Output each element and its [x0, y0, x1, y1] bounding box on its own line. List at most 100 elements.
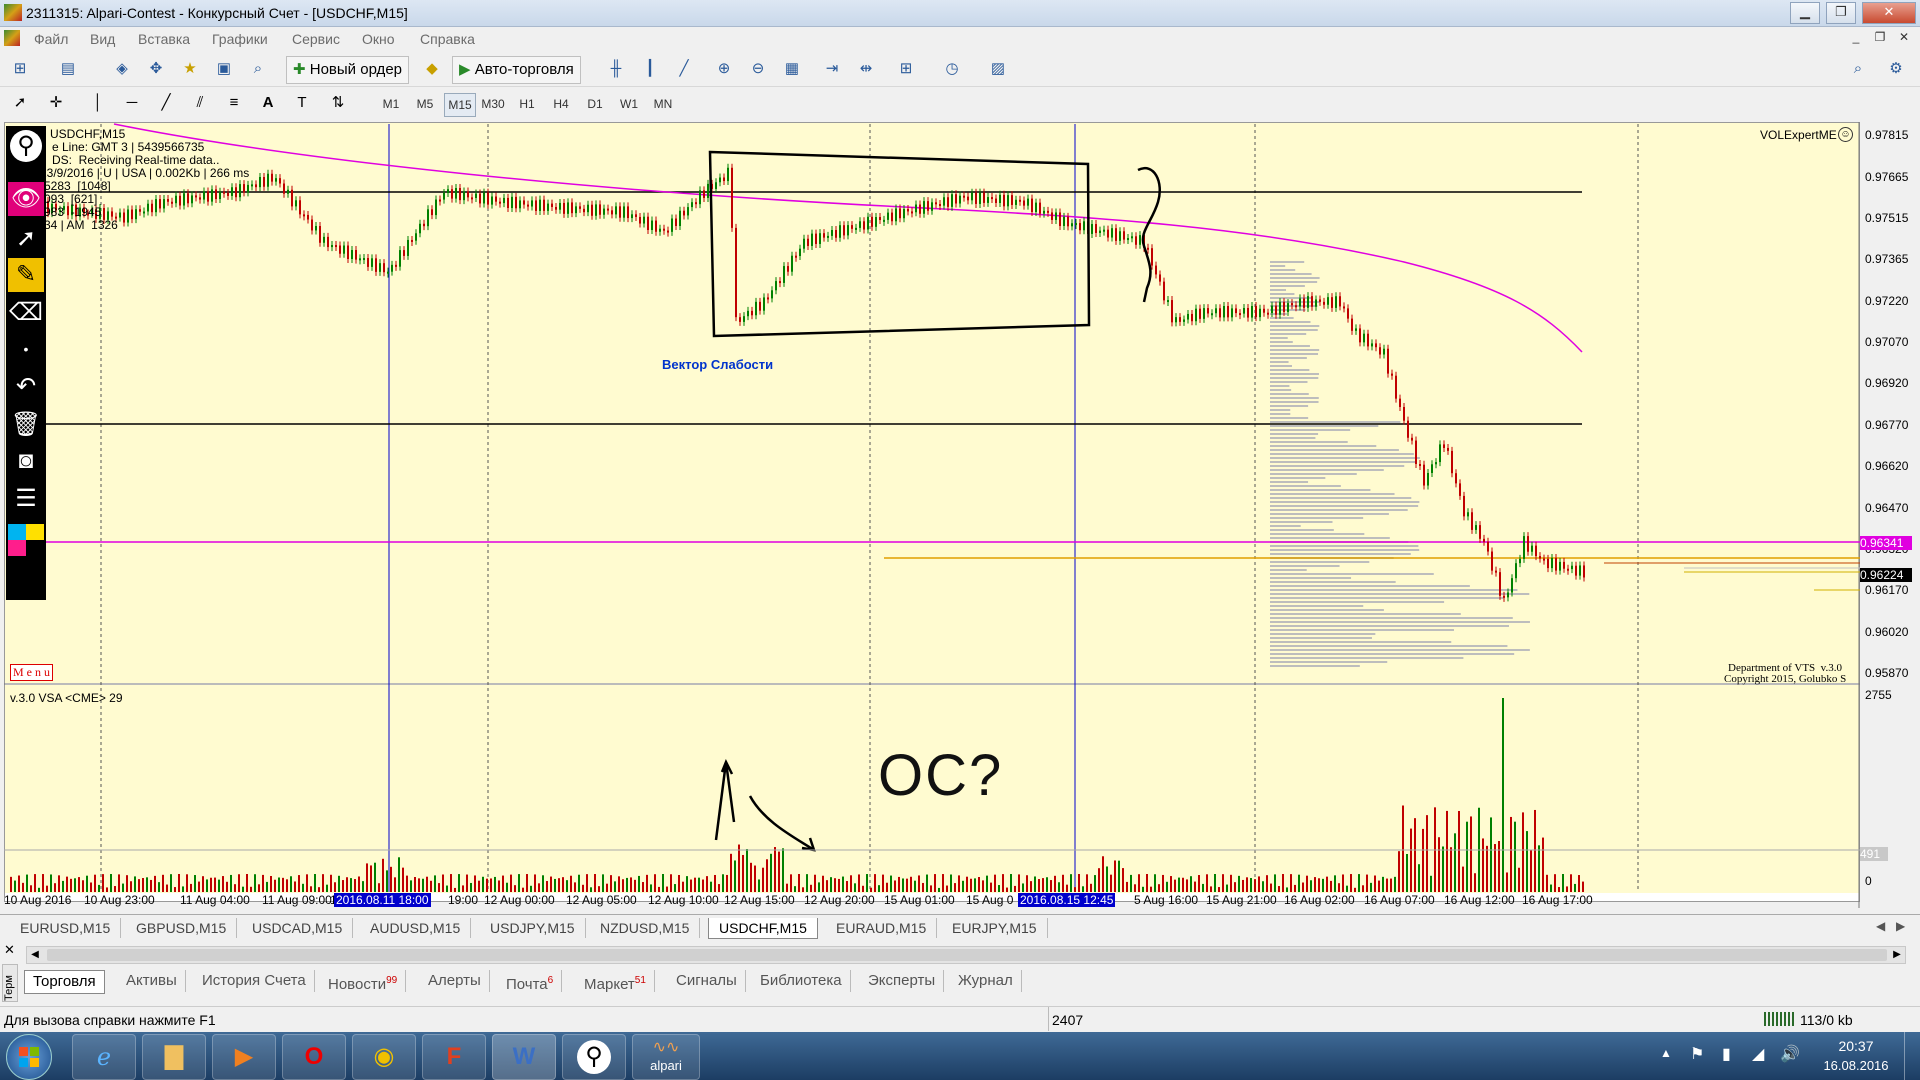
eraser-icon[interactable]: ⌫ — [8, 296, 44, 330]
tab-mailbox[interactable]: Почта6 — [498, 970, 563, 993]
menu-insert[interactable]: Вставка — [138, 31, 190, 47]
tab-gbpusd[interactable]: GBPUSD,M15 — [126, 918, 238, 938]
color-cyan-swatch[interactable] — [8, 524, 26, 540]
cursor-icon[interactable]: ➚ — [8, 91, 32, 115]
indicators-icon[interactable]: ⊞ — [894, 57, 918, 81]
community-icon[interactable]: ⚙ — [1884, 57, 1908, 81]
tray-volume-icon[interactable]: 🔊 — [1780, 1044, 1800, 1064]
tab-usdcad[interactable]: USDCAD,M15 — [242, 918, 354, 938]
close-button[interactable]: ✕ — [1862, 2, 1916, 24]
dot-size-icon[interactable]: • — [8, 332, 44, 366]
scrollbar-thumb[interactable] — [47, 949, 1887, 961]
templates-icon[interactable]: ▨ — [986, 57, 1010, 81]
autoscroll-icon[interactable]: ⇥ — [820, 57, 844, 81]
pencil-icon[interactable]: ✎ — [8, 258, 44, 292]
tab-assets[interactable]: Активы — [118, 970, 186, 992]
timeframe-h1[interactable]: H1 — [512, 93, 542, 115]
horizontal-line-icon[interactable]: ─ — [120, 91, 144, 115]
chart-shift-icon[interactable]: ⇹ — [854, 57, 878, 81]
tray-network-icon[interactable]: ▮ — [1722, 1044, 1731, 1064]
profiles-icon[interactable]: ▤ — [56, 57, 80, 81]
tabs-scroll-right-icon[interactable]: ▶ — [1896, 919, 1905, 933]
new-order-button[interactable]: ✚ Новый ордер — [286, 56, 409, 84]
timeframe-d1[interactable]: D1 — [580, 93, 610, 115]
zoom-out-icon[interactable]: ⊖ — [746, 57, 770, 81]
word-icon[interactable]: W — [492, 1034, 556, 1080]
tray-expand-icon[interactable]: ▲ — [1660, 1046, 1672, 1060]
trendline-icon[interactable]: ╱ — [154, 91, 178, 115]
tab-eurjpy[interactable]: EURJPY,M15 — [942, 918, 1048, 938]
keyhole-logo-icon[interactable]: ⚲ — [10, 130, 42, 162]
search-icon[interactable]: ⌕ — [1846, 57, 1870, 81]
alpari-app[interactable]: ∿∿ alpari — [632, 1034, 700, 1080]
menu-window[interactable]: Окно — [362, 31, 395, 47]
color-black-swatch[interactable] — [26, 540, 44, 556]
line-chart-icon[interactable]: ╱ — [672, 57, 696, 81]
vertical-line-icon[interactable]: │ — [86, 91, 110, 115]
minimize-button[interactable]: ▁ — [1790, 2, 1820, 24]
menu-file[interactable]: Файл — [34, 31, 68, 47]
clock-date[interactable]: 16.08.2016 — [1816, 1058, 1896, 1073]
timeframe-mn[interactable]: MN — [648, 93, 678, 115]
mdi-restore-button[interactable]: ❐ — [1870, 29, 1890, 45]
trash-icon[interactable]: 🗑 — [8, 408, 44, 442]
metaeditor-icon[interactable]: ◆ — [420, 57, 444, 81]
tester-icon[interactable]: ⌕ — [246, 57, 270, 81]
tab-signals[interactable]: Сигналы — [668, 970, 746, 992]
channel-icon[interactable]: ⫽ — [188, 91, 212, 115]
explorer-icon[interactable]: ▇ — [142, 1034, 206, 1080]
crosshair-nav-icon[interactable]: ✥ — [144, 57, 168, 81]
tab-usdjpy[interactable]: USDJPY,M15 — [480, 918, 586, 938]
start-button[interactable] — [6, 1034, 52, 1080]
arrows-icon[interactable]: ⇅ — [326, 91, 350, 115]
maximize-button[interactable]: ❐ — [1826, 2, 1856, 24]
tab-library[interactable]: Библиотека — [752, 970, 851, 992]
tab-news[interactable]: Новости99 — [320, 970, 407, 993]
menu-button[interactable]: M e n u — [10, 664, 53, 681]
menu-charts[interactable]: Графики — [212, 31, 268, 47]
keyhole-app-icon[interactable]: ⚲ — [562, 1034, 626, 1080]
bar-chart-icon[interactable]: ╫ — [604, 57, 628, 81]
mdi-close-button[interactable]: ✕ — [1894, 29, 1914, 45]
undo-icon[interactable]: ↶ — [8, 370, 44, 404]
auto-trading-button[interactable]: ▶ Авто-торговля — [452, 56, 581, 84]
notes-icon[interactable]: ☰ — [8, 482, 44, 516]
candlestick-icon[interactable]: ┃ — [638, 57, 662, 81]
timeframe-m30[interactable]: M30 — [478, 93, 508, 115]
menu-help[interactable]: Справка — [420, 31, 475, 47]
fibonacci-icon[interactable]: ≡ — [222, 91, 246, 115]
terminal-icon[interactable]: ▣ — [212, 57, 236, 81]
crosshair-icon[interactable]: ✛ — [44, 91, 68, 115]
menu-tools[interactable]: Сервис — [292, 31, 340, 47]
horizontal-scrollbar[interactable]: ◀ ▶ — [26, 946, 1906, 964]
mdi-minimize-button[interactable]: _ — [1846, 29, 1866, 45]
scroll-right-icon[interactable]: ▶ — [1889, 947, 1905, 963]
camera-icon[interactable]: ◙ — [8, 444, 44, 478]
ie-icon[interactable]: e — [72, 1034, 136, 1080]
tab-euraud[interactable]: EURAUD,M15 — [826, 918, 938, 938]
color-magenta-swatch[interactable] — [8, 540, 26, 556]
tab-alerts[interactable]: Алерты — [420, 970, 490, 992]
menu-view[interactable]: Вид — [90, 31, 115, 47]
eye-icon[interactable]: 👁 — [8, 182, 44, 216]
tab-market[interactable]: Маркет51 — [576, 970, 655, 993]
periods-icon[interactable]: ◷ — [940, 57, 964, 81]
tile-windows-icon[interactable]: ▦ — [780, 57, 804, 81]
text-label-icon[interactable]: T — [290, 91, 314, 115]
terminal-close-icon[interactable]: ✕ — [4, 942, 15, 958]
opera-icon[interactable]: O — [282, 1034, 346, 1080]
timeframe-m5[interactable]: M5 — [410, 93, 440, 115]
pointer-icon[interactable]: ➚ — [8, 222, 44, 256]
navigator-icon[interactable]: ★ — [178, 57, 202, 81]
new-chart-icon[interactable]: ⊞ — [8, 57, 32, 81]
zoom-in-icon[interactable]: ⊕ — [712, 57, 736, 81]
timeframe-m15[interactable]: M15 — [444, 93, 476, 117]
tab-experts[interactable]: Эксперты — [860, 970, 945, 992]
tab-nzdusd[interactable]: NZDUSD,M15 — [590, 918, 701, 938]
color-yellow-swatch[interactable] — [26, 524, 44, 540]
scroll-left-icon[interactable]: ◀ — [27, 947, 43, 963]
tray-flag-icon[interactable]: ⚑ — [1690, 1044, 1704, 1064]
market-watch-icon[interactable]: ◈ — [110, 57, 134, 81]
tray-signal-icon[interactable]: ◢ — [1752, 1044, 1764, 1064]
metatrader-icon[interactable]: F — [422, 1034, 486, 1080]
